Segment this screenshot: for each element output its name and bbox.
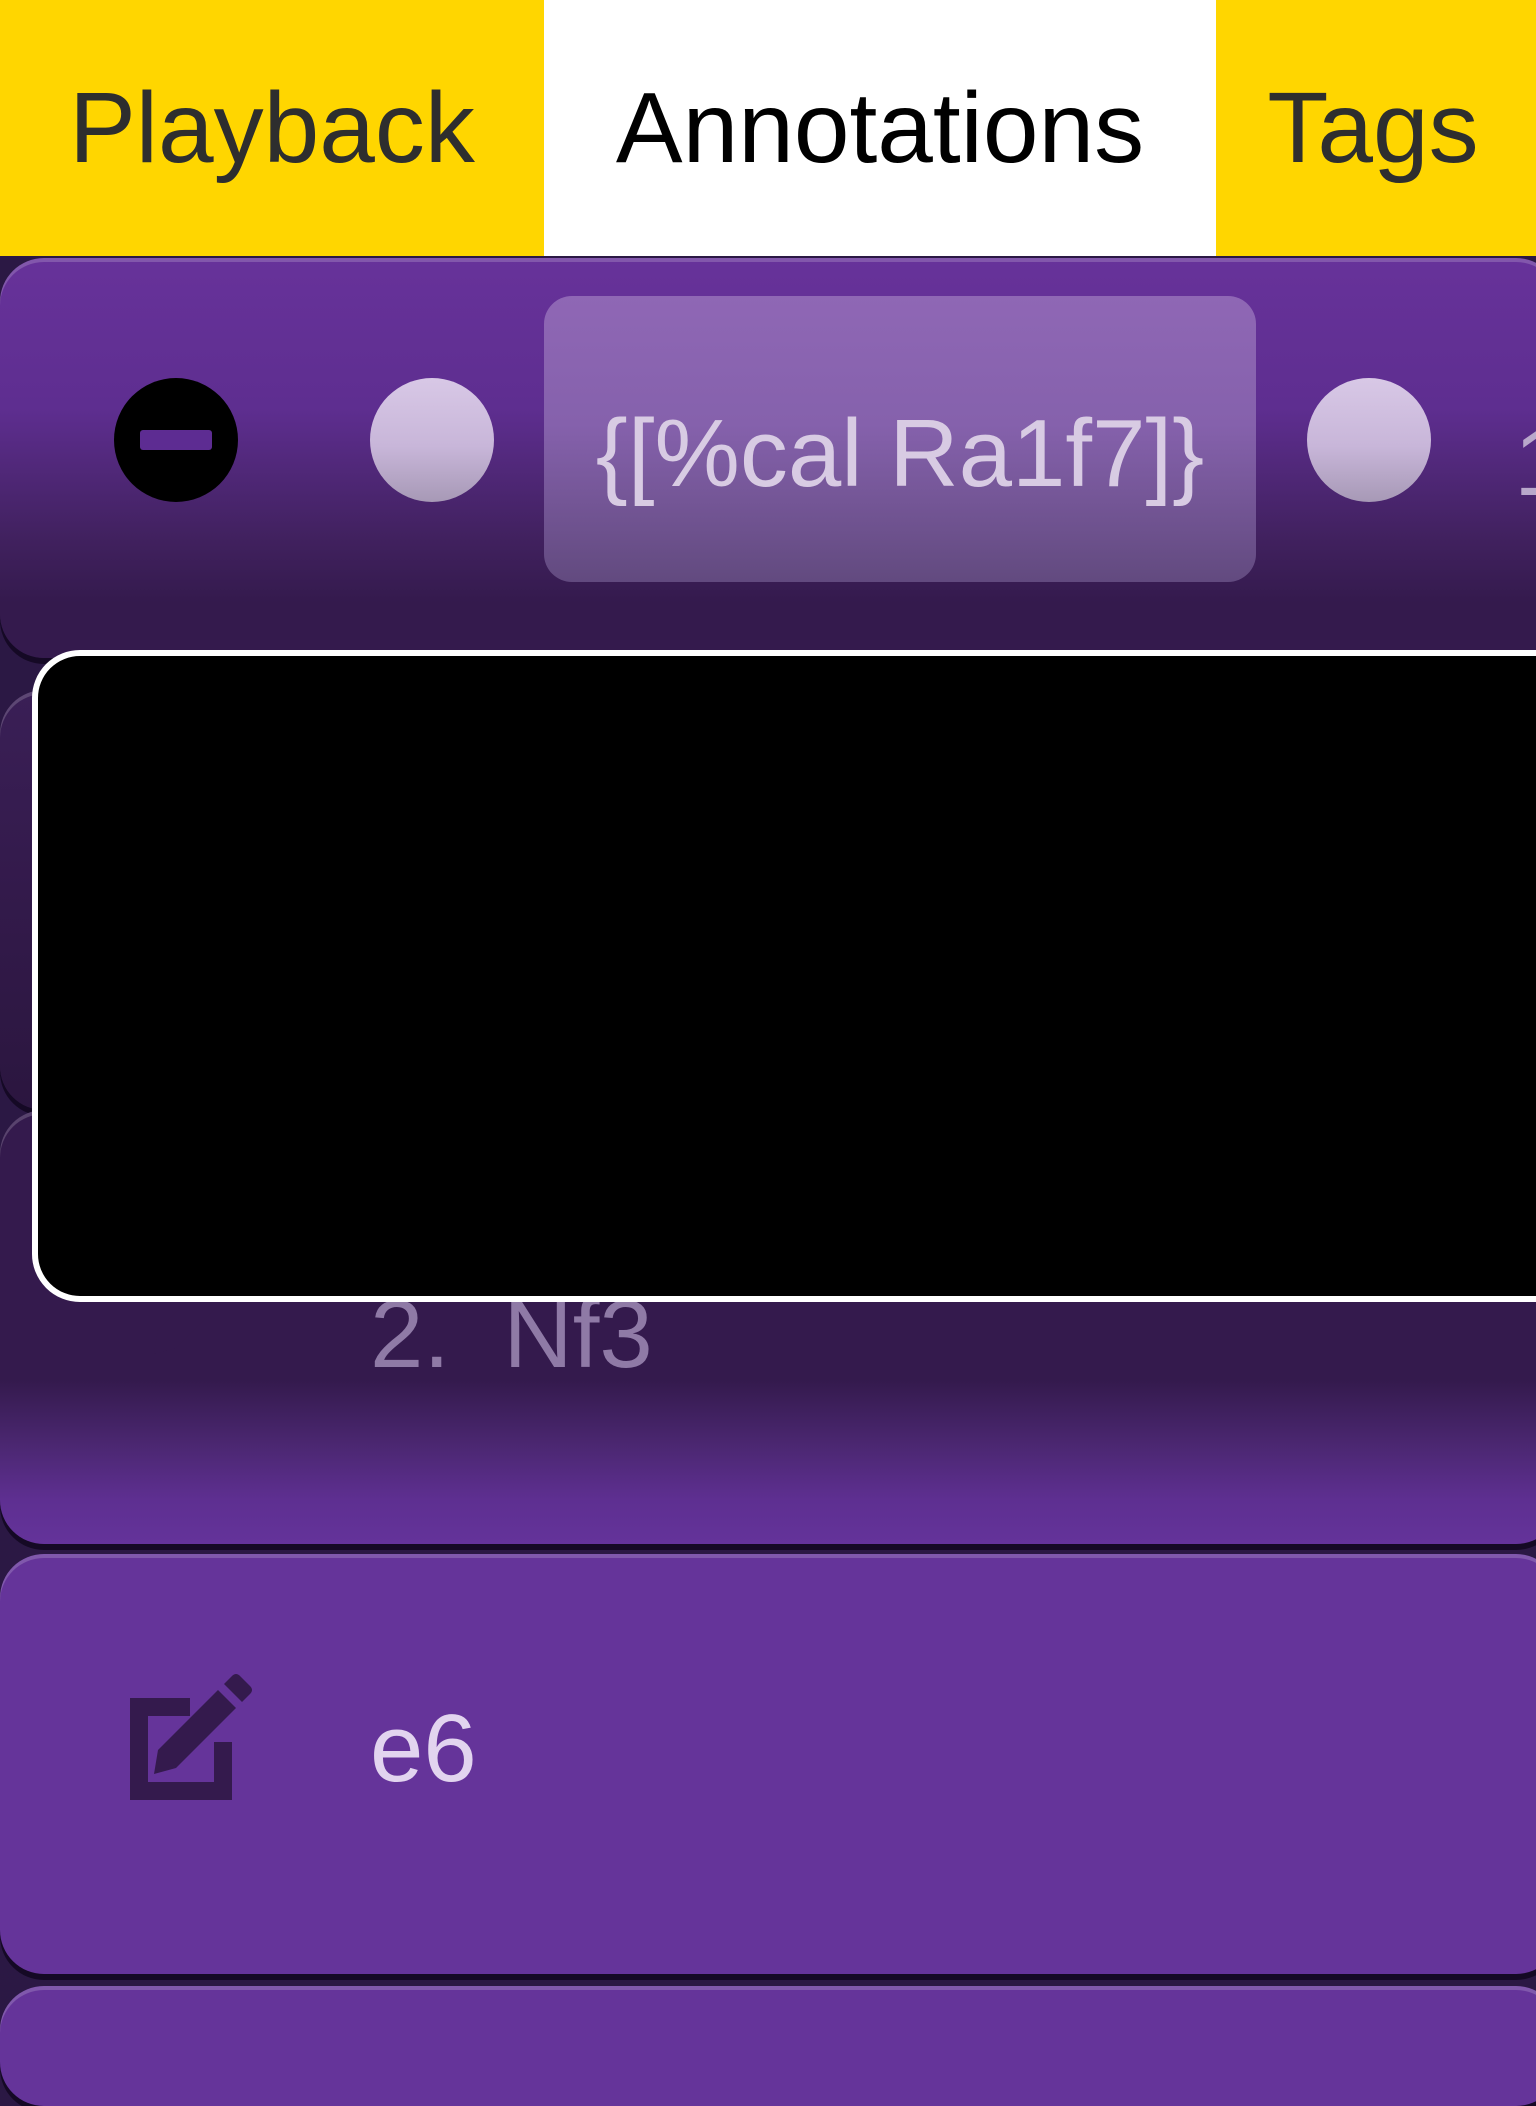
dot-handle-right[interactable] — [1307, 378, 1431, 502]
move-row-e6[interactable]: e6 — [0, 1554, 1536, 1974]
command-text: {[%cal Ra1f7]} — [595, 400, 1205, 507]
tab-bar: Playback Annotations Tags — [0, 0, 1536, 256]
annotation-row-command: {[%cal Ra1f7]} 1 — [0, 258, 1536, 658]
overlay-box — [32, 650, 1536, 1302]
minus-circle-icon[interactable] — [114, 378, 238, 502]
edit-icon[interactable] — [108, 1670, 258, 1820]
minus-bar — [140, 430, 212, 450]
move-text: e6 — [370, 1695, 477, 1802]
move-row-next[interactable] — [0, 1986, 1536, 2106]
tab-tags[interactable]: Tags — [1216, 0, 1536, 256]
clipped-number: 1 — [1514, 408, 1536, 518]
tab-playback[interactable]: Playback — [0, 0, 544, 256]
dot-handle-left[interactable] — [370, 378, 494, 502]
command-pill[interactable]: {[%cal Ra1f7]} — [544, 296, 1256, 582]
tab-annotations[interactable]: Annotations — [544, 0, 1216, 256]
